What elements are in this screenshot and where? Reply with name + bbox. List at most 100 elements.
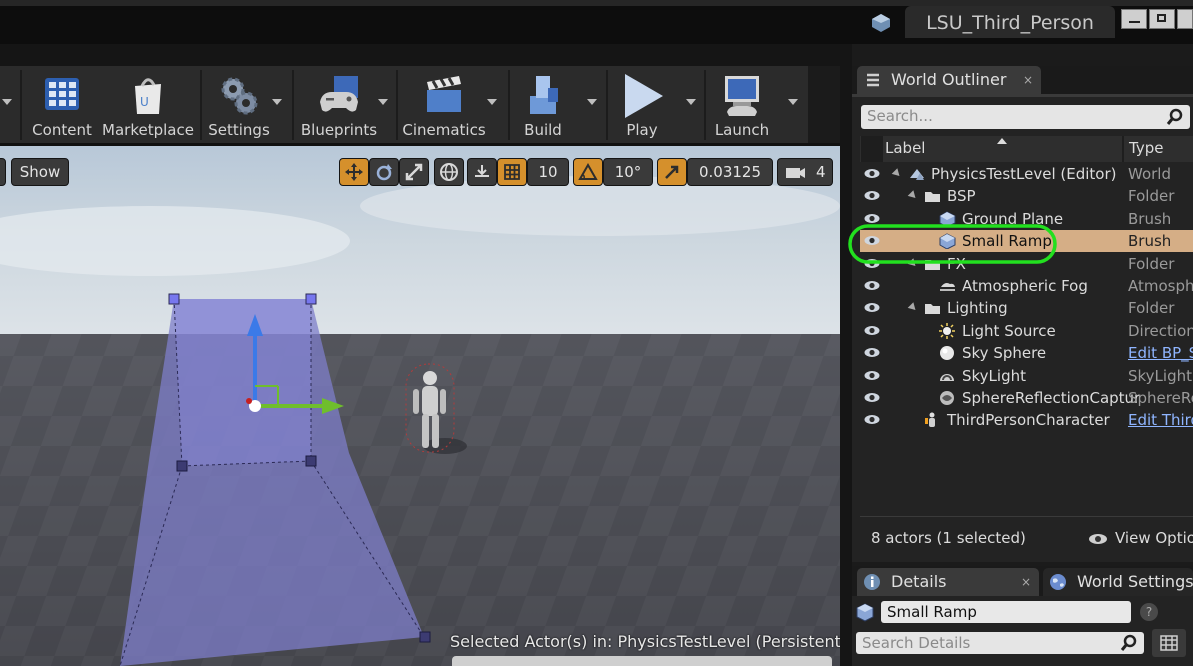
grid-snap-toggle[interactable] <box>497 158 527 186</box>
outliner-row[interactable]: PhysicsTestLevel (Editor) World <box>860 163 1193 185</box>
maximize-button[interactable] <box>1149 9 1175 29</box>
scale-snap-value[interactable]: 0.03125 <box>687 158 773 186</box>
play-button[interactable]: Play <box>612 66 672 143</box>
show-button[interactable]: Show <box>11 158 69 186</box>
outliner-row[interactable]: SphereReflectionCapturSphereRef <box>860 387 1193 409</box>
edit-blueprint-link[interactable]: Edit Third <box>1128 409 1193 431</box>
close-window-button[interactable] <box>1177 9 1193 29</box>
cinematics-label: Cinematics <box>402 121 486 139</box>
world-globe-icon <box>1050 574 1066 590</box>
settings-button[interactable]: Settings <box>205 66 273 143</box>
grid-snap-value[interactable]: 10 <box>527 158 569 186</box>
rotate-icon <box>376 164 392 181</box>
property-matrix-button[interactable] <box>1152 629 1186 657</box>
content-button[interactable]: Content <box>28 66 96 143</box>
row-label: SkyLight <box>962 366 1026 385</box>
row-type: Atmospheric <box>1128 277 1193 295</box>
play-triangle-icon <box>625 74 663 118</box>
move-arrows-icon <box>345 163 363 181</box>
svg-text:U: U <box>140 95 149 109</box>
label-column-header[interactable]: Label <box>885 139 925 157</box>
visibility-eye-icon[interactable] <box>864 347 880 358</box>
camera-icon <box>786 168 805 178</box>
outliner-row[interactable]: BSP Folder <box>860 185 1193 207</box>
grid-icon <box>504 164 520 180</box>
marketplace-bag-icon: U <box>135 78 161 114</box>
clapperboard-icon <box>427 76 461 112</box>
visibility-eye-icon[interactable] <box>864 392 880 403</box>
row-label: ThirdPersonCharacter <box>947 411 1110 430</box>
scale-mode-button[interactable] <box>399 158 429 186</box>
visibility-eye-icon[interactable] <box>864 370 880 381</box>
folder-icon <box>925 192 940 203</box>
expand-arrow-icon[interactable] <box>907 190 919 202</box>
details-search-icon[interactable] <box>1120 634 1138 652</box>
marketplace-button[interactable]: U Marketplace <box>102 66 194 143</box>
search-icon[interactable] <box>1166 108 1184 126</box>
level-name-bar <box>452 656 832 666</box>
minimize-button[interactable] <box>1121 9 1147 29</box>
eye-icon <box>1089 534 1107 544</box>
expand-arrow-icon[interactable] <box>891 168 903 179</box>
translate-mode-button[interactable] <box>339 158 369 186</box>
visibility-eye-icon[interactable] <box>864 414 880 425</box>
world-local-toggle[interactable] <box>434 158 464 186</box>
row-label: Sky Sphere <box>962 344 1047 363</box>
type-column-header[interactable]: Type <box>1129 139 1163 157</box>
actor-name-field[interactable]: Small Ramp <box>881 601 1131 623</box>
visibility-eye-icon[interactable] <box>864 325 880 336</box>
globe-icon <box>440 163 458 181</box>
details-search-input[interactable]: Search Details <box>856 632 1144 654</box>
skylight-icon <box>940 373 954 381</box>
visibility-eye-icon[interactable] <box>864 302 880 313</box>
rotate-mode-button[interactable] <box>369 158 399 186</box>
brush-cube-icon <box>856 603 874 622</box>
blueprints-button[interactable]: Blueprints <box>298 66 380 143</box>
row-type: Directional <box>1128 321 1193 340</box>
outliner-search-input[interactable]: Search... <box>861 105 1190 129</box>
build-blocks-icon <box>530 76 558 114</box>
world-outliner-title: World Outliner <box>891 70 1007 89</box>
outliner-row[interactable]: Light Source Directional <box>860 320 1193 342</box>
level-viewport[interactable] <box>0 146 840 666</box>
outliner-row[interactable]: ThirdPersonCharacter Edit Third <box>860 409 1193 431</box>
info-icon <box>864 574 880 590</box>
outliner-row[interactable]: SkyLight SkyLight <box>860 365 1193 387</box>
settings-label: Settings <box>208 121 270 139</box>
surface-snap-button[interactable] <box>467 158 497 186</box>
selected-actor-info: Selected Actor(s) in: PhysicsTestLevel (… <box>450 632 848 651</box>
rotation-snap-toggle[interactable] <box>573 158 603 186</box>
ue-project-icon <box>872 14 890 32</box>
highlight-ring <box>848 224 1057 264</box>
camera-speed-button[interactable]: 4 <box>777 158 833 186</box>
visibility-eye-icon[interactable] <box>864 190 880 201</box>
tab-details[interactable]: Details × <box>857 568 1039 596</box>
tab-world-settings[interactable]: World Settings <box>1043 568 1193 596</box>
cinematics-button[interactable]: Cinematics <box>400 66 488 143</box>
row-type: Brush <box>1128 209 1172 228</box>
rotation-snap-value[interactable]: 10° <box>603 158 653 186</box>
build-button[interactable]: Build <box>514 66 572 143</box>
row-type: Folder <box>1128 299 1175 318</box>
project-tab[interactable]: LSU_Third_Person <box>905 6 1115 38</box>
viewport-scene[interactable] <box>0 146 840 666</box>
outliner-row[interactable]: Lighting Folder <box>860 297 1193 319</box>
visibility-eye-icon[interactable] <box>864 168 880 179</box>
world-icon <box>910 169 924 180</box>
expand-arrow-icon[interactable] <box>907 302 919 314</box>
character-icon <box>925 412 935 428</box>
outliner-row[interactable]: Sky Sphere Edit BP_S <box>860 342 1193 364</box>
visibility-eye-icon[interactable] <box>864 280 880 291</box>
viewport-options-button[interactable] <box>0 158 6 186</box>
outliner-row[interactable]: Atmospheric Fog Atmospheric <box>860 275 1193 297</box>
fog-icon <box>940 283 955 291</box>
close-details-tab-icon[interactable]: × <box>1021 568 1031 596</box>
launch-button[interactable]: Launch <box>708 66 776 143</box>
tab-world-outliner[interactable]: World Outliner × <box>857 66 1041 94</box>
scale-snap-toggle[interactable] <box>657 158 687 186</box>
edit-blueprint-link[interactable]: Edit BP_S <box>1128 342 1193 364</box>
close-tab-icon[interactable]: × <box>1023 66 1033 94</box>
marketplace-label: Marketplace <box>102 121 194 139</box>
help-icon[interactable]: ? <box>1140 603 1158 621</box>
blueprints-gamepad-icon <box>320 76 358 112</box>
